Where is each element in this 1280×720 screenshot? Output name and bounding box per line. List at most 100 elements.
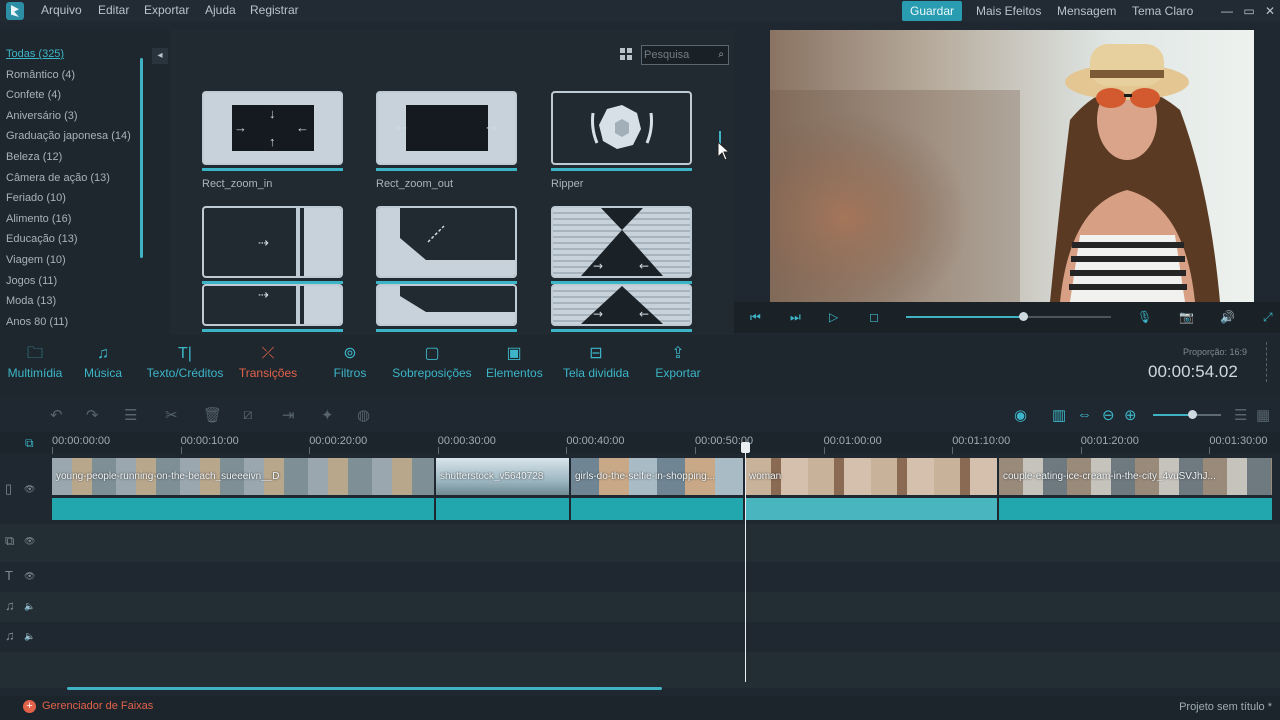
timeline-ruler[interactable]: 00:00:00:00 00:00:10:00 00:00:20:00 00:00:3…	[0, 432, 1280, 454]
crop-icon[interactable]: ⧄	[243, 406, 253, 423]
playhead[interactable]	[745, 444, 746, 682]
message-button[interactable]: Mensagem	[1049, 1, 1124, 21]
transition-thumb-ripper[interactable]	[551, 91, 692, 165]
speaker-icon[interactable]: 🔈	[24, 601, 35, 612]
eye-icon[interactable]: 👁	[24, 536, 35, 547]
light-theme-button[interactable]: Tema Claro	[1124, 1, 1201, 21]
transition-thumb-6[interactable]: → ←	[551, 206, 692, 278]
category-scrollbar[interactable]	[140, 58, 143, 258]
adjust-icon[interactable]: ☰	[124, 406, 137, 424]
panel-resize-handle[interactable]	[1266, 342, 1276, 382]
eye-icon[interactable]: 👁	[24, 571, 35, 582]
grid-view-icon[interactable]	[620, 48, 632, 60]
category-item[interactable]: Câmera de ação (13)	[6, 172, 110, 184]
video-clip[interactable]: young-people-running-on-the-beach_sueeei…	[52, 458, 436, 520]
tool-export[interactable]: ⇪ Exportar	[652, 344, 704, 380]
category-item[interactable]: Confete (4)	[6, 89, 61, 101]
search-field[interactable]: ⌕	[641, 45, 729, 65]
transition-label: Rect_zoom_out	[376, 178, 454, 190]
category-item[interactable]: Alimento (16)	[6, 213, 71, 225]
collapse-panel-icon[interactable]: ◂	[152, 48, 168, 64]
search-input[interactable]	[644, 48, 712, 62]
ruler-tick-label: 00:00:30:00	[437, 435, 496, 454]
play-icon[interactable]: ▷	[829, 310, 838, 324]
category-item[interactable]: Todas (325)	[6, 48, 64, 60]
category-item[interactable]: Anos 80 (11)	[6, 316, 68, 328]
tool-elements[interactable]: ▣ Elementos	[486, 344, 543, 380]
zoom-slider[interactable]	[1153, 410, 1221, 419]
cut-icon[interactable]: ✂	[165, 406, 178, 424]
audio-mixer-icon[interactable]: ▥	[1052, 406, 1066, 424]
tool-multimedia[interactable]: 🗀 Multimídia	[6, 344, 64, 380]
transition-thumb-4[interactable]: ⇢	[202, 206, 343, 278]
menu-ajuda[interactable]: Ajuda	[205, 3, 236, 17]
track-settings-icon[interactable]: ▦	[1256, 406, 1270, 424]
preview-progress-knob[interactable]	[1018, 312, 1028, 321]
timeline-horizontal-scrollbar[interactable]	[67, 687, 662, 690]
category-item[interactable]: Educação (13)	[6, 233, 78, 245]
render-icon[interactable]: ◉	[1014, 406, 1027, 424]
zoom-out-icon[interactable]: ⊖	[1102, 406, 1115, 424]
menu-registrar[interactable]: Registrar	[250, 3, 299, 17]
transition-thumb-rect-zoom-out[interactable]: ⇠ ⇢	[376, 91, 517, 165]
transition-thumb-9[interactable]	[376, 284, 517, 326]
close-icon[interactable]: ✕	[1261, 2, 1279, 20]
video-clip[interactable]: girls-do-the-selfie-in-shopping...	[571, 458, 745, 520]
speaker-icon[interactable]: 🔈	[24, 631, 35, 642]
transition-thumb-rect-zoom-in[interactable]: → ← ↓ ↑	[202, 91, 343, 165]
volume-icon[interactable]: 🔊	[1220, 310, 1235, 324]
tool-text-credits[interactable]: T| Texto/Créditos	[144, 344, 226, 380]
undo-icon[interactable]: ↶	[50, 406, 63, 424]
stop-icon[interactable]: ◻	[869, 310, 879, 324]
tool-music[interactable]: ♫ Música	[80, 344, 126, 380]
maximize-icon[interactable]: ▭	[1240, 2, 1258, 20]
category-item[interactable]: Jogos (11)	[6, 275, 57, 287]
eye-icon[interactable]: 👁	[24, 484, 35, 495]
category-item[interactable]: Romântico (4)	[6, 69, 75, 81]
skip-back-icon[interactable]: ⏮	[750, 310, 761, 325]
hourglass-icon: → ←	[581, 286, 663, 324]
playhead-handle[interactable]	[741, 442, 750, 453]
minimize-icon[interactable]: —	[1218, 2, 1236, 20]
menu-exportar[interactable]: Exportar	[144, 3, 189, 17]
tool-split-screen[interactable]: ⊟ Tela dividida	[562, 344, 630, 380]
preview-video[interactable]	[770, 30, 1254, 302]
tool-overlays[interactable]: ▢ Sobreposições	[392, 344, 472, 380]
tool-filters[interactable]: ⊚ Filtros	[330, 344, 370, 380]
track-manager-button[interactable]: + Gerenciador de Faixas	[23, 700, 153, 713]
menu-editar[interactable]: Editar	[98, 3, 129, 17]
category-item[interactable]: Beleza (12)	[6, 151, 62, 163]
video-clip-selected[interactable]: woman	[745, 458, 999, 520]
category-item[interactable]: Aniversário (3)	[6, 110, 78, 122]
list-view-icon[interactable]: ☰	[1234, 406, 1247, 424]
snap-icon[interactable]: ⧉	[25, 436, 34, 451]
tool-transitions[interactable]: ⤫ Transições	[238, 344, 298, 380]
category-item[interactable]: Viagem (10)	[6, 254, 66, 266]
step-forward-icon[interactable]: ⏭	[790, 310, 801, 325]
zoom-in-icon[interactable]: ⊕	[1124, 406, 1137, 424]
search-icon[interactable]: ⌕	[718, 49, 724, 60]
tool-label: Música	[83, 366, 122, 380]
transition-thumb-8[interactable]: ⇢	[202, 284, 343, 326]
color-palette-icon[interactable]: ◍	[357, 406, 370, 424]
transition-thumb-10[interactable]: → ←	[551, 284, 692, 326]
detach-icon[interactable]: ⇥	[282, 406, 295, 424]
menu-arquivo[interactable]: Arquivo	[41, 3, 82, 17]
zoom-slider-knob[interactable]	[1187, 410, 1197, 419]
redo-icon[interactable]: ↷	[86, 406, 99, 424]
microphone-icon[interactable]: 🎙	[1137, 310, 1152, 324]
transition-thumb-5[interactable]	[376, 206, 517, 278]
magic-icon[interactable]: ✦	[321, 406, 334, 424]
fullscreen-icon[interactable]: ⤢	[1263, 310, 1273, 325]
category-item[interactable]: Moda (13)	[6, 295, 56, 307]
fit-timeline-icon[interactable]: ⇔	[1077, 406, 1092, 423]
save-button[interactable]: Guardar	[902, 1, 963, 21]
category-item[interactable]: Feriado (10)	[6, 192, 66, 204]
delete-icon[interactable]: 🗑	[203, 406, 222, 424]
video-clip[interactable]: couple-eating-ice-cream-in-the-city_4vuS…	[999, 458, 1274, 520]
category-item[interactable]: Graduação japonesa (14)	[6, 130, 131, 142]
preview-progress-bar[interactable]	[906, 312, 1111, 321]
more-effects-button[interactable]: Mais Efeitos	[968, 1, 1049, 21]
snapshot-camera-icon[interactable]: 📷	[1179, 310, 1194, 324]
video-clip[interactable]: shutterstock_v5640728	[436, 458, 571, 520]
